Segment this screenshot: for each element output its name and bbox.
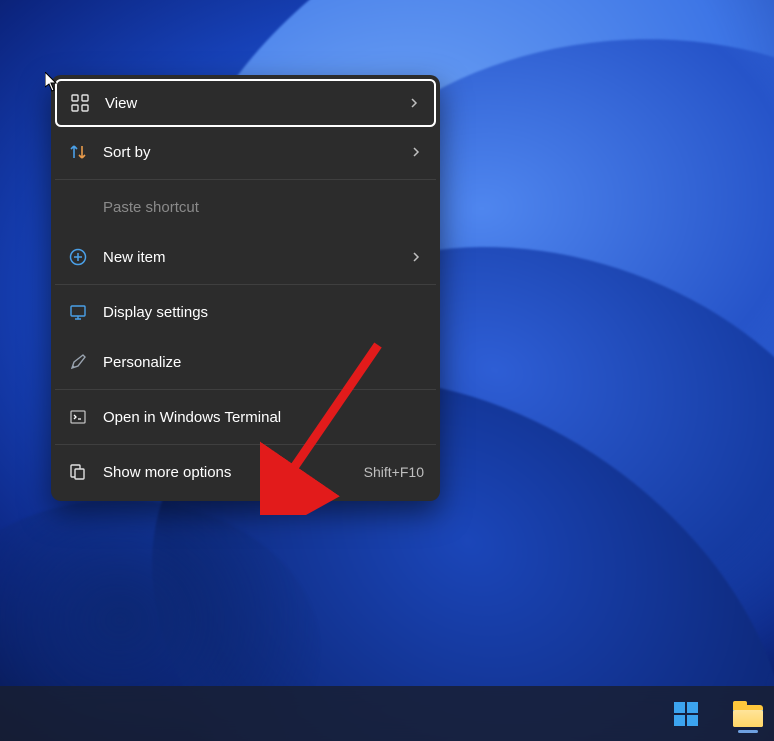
menu-item-personalize[interactable]: Personalize [55,337,436,387]
chevron-right-icon [406,95,422,111]
menu-item-paste-shortcut: Paste shortcut [55,182,436,232]
menu-item-open-terminal[interactable]: Open in Windows Terminal [55,392,436,442]
menu-separator [55,444,436,445]
chevron-right-icon [408,249,424,265]
view-icon [69,92,91,114]
menu-separator [55,284,436,285]
taskbar[interactable] [0,686,774,741]
menu-label: Paste shortcut [103,199,424,216]
menu-label: Personalize [103,354,424,371]
file-explorer-button[interactable] [726,692,770,736]
show-more-icon [67,461,89,483]
active-app-indicator [738,730,758,733]
menu-shortcut: Shift+F10 [364,464,424,480]
sort-icon [67,141,89,163]
mouse-cursor-icon [45,72,59,92]
plus-circle-icon [67,246,89,268]
desktop-context-menu: View Sort by Paste shortcut New item [51,75,440,501]
personalize-icon [67,351,89,373]
menu-separator [55,389,436,390]
menu-label: Sort by [103,144,408,161]
menu-item-show-more-options[interactable]: Show more options Shift+F10 [55,447,436,497]
windows-logo-icon [673,701,699,727]
menu-label: Show more options [103,464,364,481]
menu-item-sort-by[interactable]: Sort by [55,127,436,177]
menu-label: New item [103,249,408,266]
menu-item-display-settings[interactable]: Display settings [55,287,436,337]
start-button[interactable] [664,692,708,736]
menu-label: Display settings [103,304,424,321]
menu-item-new[interactable]: New item [55,232,436,282]
menu-label: Open in Windows Terminal [103,409,424,426]
terminal-icon [67,406,89,428]
file-explorer-icon [733,701,763,727]
menu-separator [55,179,436,180]
chevron-right-icon [408,144,424,160]
menu-label: View [105,95,406,112]
display-icon [67,301,89,323]
menu-item-view[interactable]: View [55,79,436,127]
